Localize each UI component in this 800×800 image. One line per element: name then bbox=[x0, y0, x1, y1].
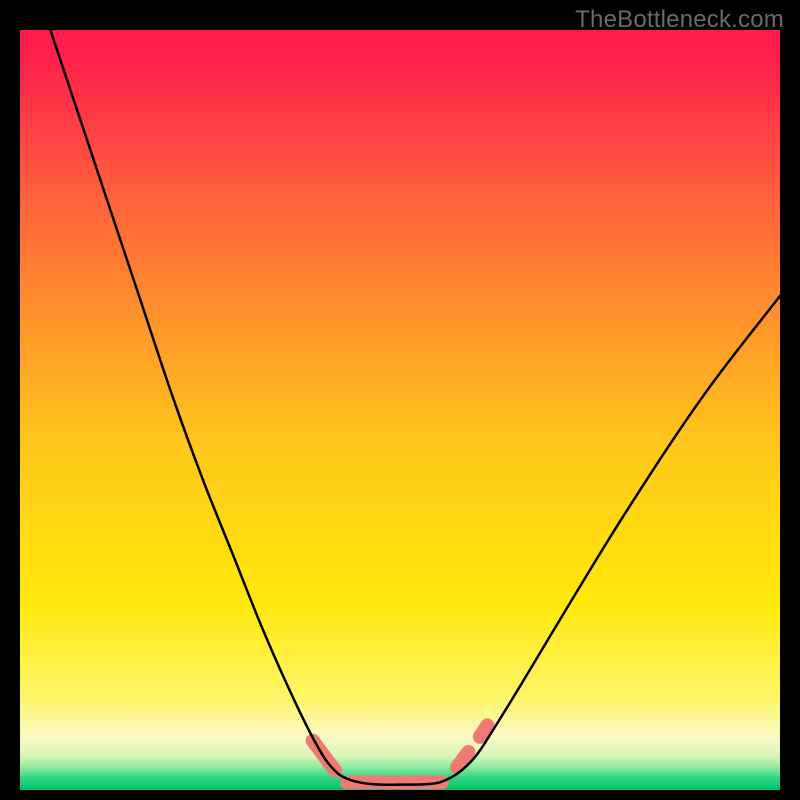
chart-canvas: TheBottleneck.com bbox=[0, 0, 800, 800]
watermark-text: TheBottleneck.com bbox=[575, 6, 784, 34]
chart-svg bbox=[0, 0, 800, 800]
gradient-background bbox=[20, 30, 780, 790]
highlight-segment bbox=[480, 725, 488, 736]
